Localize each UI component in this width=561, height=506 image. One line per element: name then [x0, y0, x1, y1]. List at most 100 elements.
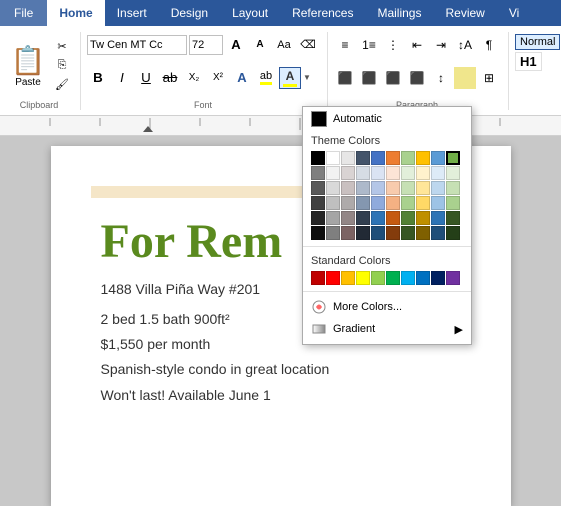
color-swatch[interactable]: [311, 181, 325, 195]
color-swatch[interactable]: [326, 196, 340, 210]
color-swatch[interactable]: [311, 166, 325, 180]
color-swatch[interactable]: [326, 181, 340, 195]
style-normal[interactable]: Normal: [515, 34, 560, 50]
color-swatch[interactable]: [386, 196, 400, 210]
color-swatch[interactable]: [431, 226, 445, 240]
line-spacing-button[interactable]: ↕: [430, 67, 452, 89]
color-swatch[interactable]: [416, 196, 430, 210]
color-swatch[interactable]: [356, 151, 370, 165]
color-swatch[interactable]: [326, 211, 340, 225]
font-size-input[interactable]: [189, 35, 223, 55]
show-marks-button[interactable]: ¶: [478, 34, 500, 56]
color-swatch[interactable]: [416, 166, 430, 180]
color-swatch[interactable]: [431, 181, 445, 195]
color-swatch[interactable]: [371, 166, 385, 180]
color-swatch[interactable]: [311, 196, 325, 210]
font-color-dropdown-arrow[interactable]: ▼: [303, 73, 311, 82]
color-swatch[interactable]: [446, 196, 460, 210]
bullets-button[interactable]: ≡: [334, 34, 356, 56]
color-swatch[interactable]: [401, 271, 415, 285]
italic-button[interactable]: I: [111, 67, 133, 89]
color-swatch[interactable]: [371, 181, 385, 195]
color-swatch[interactable]: [416, 181, 430, 195]
color-swatch[interactable]: [401, 196, 415, 210]
style-heading1[interactable]: H1: [515, 52, 542, 71]
tab-design[interactable]: Design: [159, 0, 220, 26]
color-swatch[interactable]: [311, 271, 325, 285]
format-painter-button[interactable]: 🖌: [52, 76, 72, 94]
color-swatch[interactable]: [386, 211, 400, 225]
color-swatch[interactable]: [341, 271, 355, 285]
color-swatch[interactable]: [326, 226, 340, 240]
text-highlight-button[interactable]: ab: [255, 67, 277, 89]
change-case-button[interactable]: Aa: [273, 34, 295, 56]
color-swatch[interactable]: [401, 226, 415, 240]
color-swatch[interactable]: [431, 151, 445, 165]
text-effects-button[interactable]: A: [231, 67, 253, 89]
color-swatch[interactable]: [431, 166, 445, 180]
decrease-indent-button[interactable]: ⇤: [406, 34, 428, 56]
color-swatch[interactable]: [386, 166, 400, 180]
color-swatch[interactable]: [386, 151, 400, 165]
numbering-button[interactable]: 1≡: [358, 34, 380, 56]
color-swatch[interactable]: [311, 211, 325, 225]
color-swatch[interactable]: [446, 166, 460, 180]
color-swatch[interactable]: [416, 151, 430, 165]
align-left-button[interactable]: ⬛: [334, 67, 356, 89]
color-swatch[interactable]: [356, 271, 370, 285]
more-colors-option[interactable]: More Colors...: [303, 296, 471, 318]
color-swatch-selected[interactable]: [446, 151, 460, 165]
underline-button[interactable]: U: [135, 67, 157, 89]
color-swatch[interactable]: [416, 226, 430, 240]
color-swatch[interactable]: [356, 181, 370, 195]
bold-button[interactable]: B: [87, 67, 109, 89]
decrease-font-button[interactable]: A: [249, 34, 271, 56]
tab-insert[interactable]: Insert: [105, 0, 159, 26]
color-swatch[interactable]: [446, 181, 460, 195]
paste-button[interactable]: 📋 Paste: [6, 44, 50, 88]
gradient-option[interactable]: Gradient ▶: [303, 318, 471, 340]
color-swatch[interactable]: [401, 181, 415, 195]
color-swatch[interactable]: [311, 226, 325, 240]
tab-review[interactable]: Review: [433, 0, 496, 26]
color-swatch[interactable]: [356, 196, 370, 210]
color-swatch[interactable]: [341, 211, 355, 225]
font-name-input[interactable]: [87, 35, 187, 55]
strikethrough-button[interactable]: ab: [159, 67, 181, 89]
color-swatch[interactable]: [446, 211, 460, 225]
color-swatch[interactable]: [356, 166, 370, 180]
color-swatch[interactable]: [341, 166, 355, 180]
shading-button[interactable]: [454, 67, 476, 89]
color-swatch[interactable]: [326, 271, 340, 285]
automatic-color-option[interactable]: Automatic: [303, 107, 471, 131]
align-right-button[interactable]: ⬛: [382, 67, 404, 89]
tab-home[interactable]: Home: [47, 0, 104, 26]
color-swatch[interactable]: [431, 211, 445, 225]
color-swatch[interactable]: [431, 271, 445, 285]
color-swatch[interactable]: [356, 226, 370, 240]
color-swatch[interactable]: [371, 271, 385, 285]
color-swatch[interactable]: [401, 151, 415, 165]
color-swatch[interactable]: [371, 196, 385, 210]
cut-button[interactable]: ✂: [52, 38, 72, 56]
color-swatch[interactable]: [446, 271, 460, 285]
tab-references[interactable]: References: [280, 0, 365, 26]
font-color-button[interactable]: A: [279, 67, 301, 89]
color-swatch[interactable]: [446, 226, 460, 240]
clear-format-button[interactable]: ⌫: [297, 34, 319, 56]
color-swatch[interactable]: [341, 151, 355, 165]
color-swatch[interactable]: [341, 226, 355, 240]
color-swatch[interactable]: [311, 151, 325, 165]
tab-mailings[interactable]: Mailings: [365, 0, 433, 26]
color-swatch[interactable]: [371, 226, 385, 240]
multilevel-button[interactable]: ⋮: [382, 34, 404, 56]
color-swatch[interactable]: [386, 271, 400, 285]
borders-button[interactable]: ⊞: [478, 67, 500, 89]
color-swatch[interactable]: [416, 211, 430, 225]
sort-button[interactable]: ↕A: [454, 34, 476, 56]
color-swatch[interactable]: [356, 211, 370, 225]
color-swatch[interactable]: [341, 181, 355, 195]
subscript-button[interactable]: X₂: [183, 67, 205, 89]
color-swatch[interactable]: [341, 196, 355, 210]
superscript-button[interactable]: X²: [207, 67, 229, 89]
